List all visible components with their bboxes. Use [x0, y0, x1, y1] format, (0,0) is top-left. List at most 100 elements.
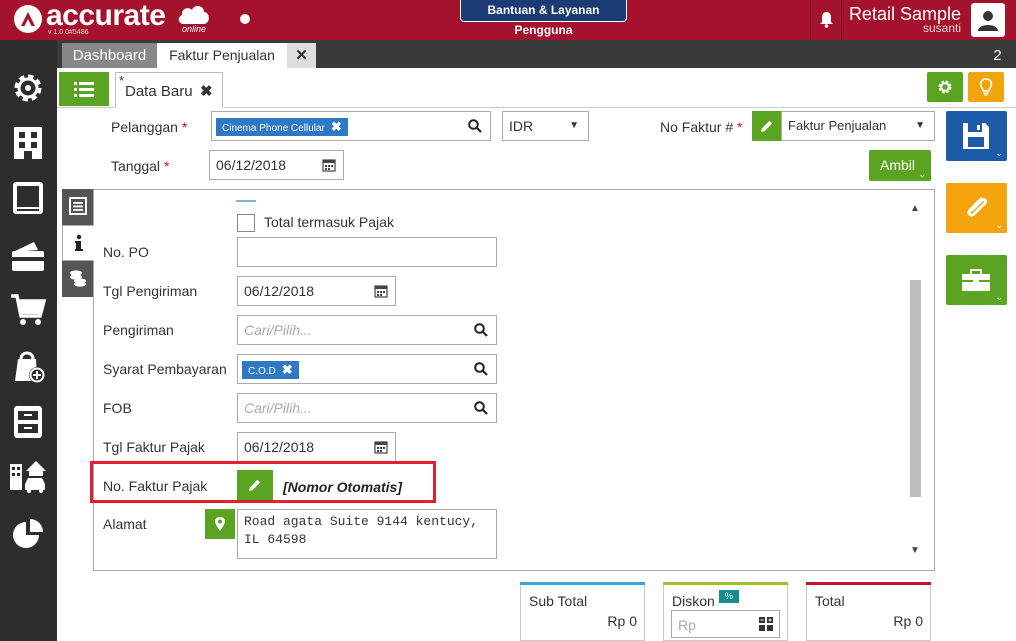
- calendar-icon[interactable]: [374, 284, 388, 298]
- status-dot: [240, 14, 250, 24]
- tab-costs[interactable]: [62, 261, 94, 297]
- tab-data-baru-label: Data Baru: [125, 83, 193, 100]
- list-view-button[interactable]: [59, 72, 109, 106]
- save-button[interactable]: ⌄: [946, 111, 1007, 161]
- pelanggan-chip: Cinema Phone Cellular ✖: [216, 118, 348, 136]
- building-icon[interactable]: [10, 125, 46, 161]
- list-icon: [74, 82, 94, 97]
- pie-chart-icon[interactable]: [10, 516, 46, 552]
- tgl-faktur-pajak-input[interactable]: 06/12/2018: [237, 432, 396, 462]
- open-tab-count[interactable]: 2: [985, 43, 1010, 68]
- chevron-down-icon: ⌄: [995, 148, 1003, 158]
- tab-faktur-penjualan[interactable]: Faktur Penjualan: [157, 43, 287, 68]
- close-icon[interactable]: ✖: [200, 82, 213, 100]
- calendar-icon[interactable]: [322, 158, 336, 172]
- map-pin-button[interactable]: [205, 509, 235, 539]
- chevron-down-icon: ▼: [569, 120, 579, 131]
- tab-items[interactable]: [62, 189, 94, 225]
- close-tab-button[interactable]: ✕: [287, 43, 316, 68]
- version-label: v 1.0.0#5486: [48, 29, 89, 36]
- brand-sub: online: [181, 24, 207, 34]
- gear-icon: [938, 80, 952, 94]
- chevron-down-icon: ⌄: [995, 292, 1003, 302]
- no-po-input[interactable]: [237, 237, 497, 267]
- no-faktur-select[interactable]: Faktur Penjualan ▼: [781, 111, 935, 141]
- tab-data-baru[interactable]: * Data Baru ✖: [115, 72, 223, 108]
- info-icon: [75, 234, 83, 251]
- left-navigation-rail: [0, 40, 57, 641]
- currency-select[interactable]: IDR ▼: [502, 111, 589, 141]
- ledger-icon[interactable]: [10, 180, 46, 216]
- scroll-down-arrow[interactable]: ▼: [910, 545, 920, 556]
- pengiriman-label: Pengiriman: [103, 322, 174, 338]
- tgl-pengiriman-label: Tgl Pengiriman: [103, 283, 198, 299]
- diskon-percent-toggle[interactable]: %: [719, 590, 739, 603]
- diskon-input[interactable]: Rp: [671, 610, 780, 638]
- calculator-icon[interactable]: [759, 617, 773, 631]
- fob-input[interactable]: Cari/Pilih...: [237, 393, 497, 423]
- lightbulb-icon: [979, 78, 993, 96]
- sub-total-label: Sub Total: [529, 593, 588, 609]
- tgl-faktur-pajak-label: Tgl Faktur Pajak: [103, 439, 205, 455]
- cloud-icon: [178, 6, 209, 24]
- alamat-textarea[interactable]: Road agata Suite 9144 kentucy, IL 64598: [237, 509, 497, 559]
- tab-dashboard[interactable]: Dashboard: [62, 43, 157, 68]
- total-value: Rp 0: [893, 613, 923, 629]
- company-selector[interactable]: Retail Sample susanti: [841, 0, 971, 40]
- accurate-logo-icon[interactable]: [14, 5, 42, 33]
- highlight-box: [90, 461, 436, 503]
- chevron-down-icon: ⌄: [995, 220, 1003, 230]
- diskon-placeholder: Rp: [678, 617, 696, 633]
- map-pin-icon: [215, 517, 225, 531]
- tanggal-label: Tanggal *: [111, 158, 170, 174]
- filing-cabinet-icon[interactable]: [10, 404, 46, 440]
- scrollbar-thumb[interactable]: [910, 280, 921, 497]
- pengiriman-placeholder: Cari/Pilih...: [244, 322, 312, 338]
- tools-button[interactable]: ⌄: [946, 255, 1007, 305]
- chevron-down-icon: ▼: [915, 120, 925, 131]
- settings-button[interactable]: [927, 72, 963, 102]
- attachment-button[interactable]: ⌄: [946, 183, 1007, 233]
- ambil-button[interactable]: Ambil ⌄: [869, 150, 931, 181]
- tgl-pengiriman-value: 06/12/2018: [244, 283, 315, 299]
- section-indicator: [236, 200, 256, 202]
- total-label: Total: [815, 593, 845, 609]
- tgl-pengiriman-input[interactable]: 06/12/2018: [237, 276, 396, 306]
- search-icon[interactable]: [474, 401, 488, 415]
- pencil-icon: [761, 120, 773, 132]
- total-termasuk-pajak-checkbox[interactable]: [237, 214, 255, 232]
- remove-chip-icon[interactable]: ✖: [282, 362, 293, 377]
- unsaved-marker: *: [119, 73, 125, 88]
- tips-button[interactable]: [968, 72, 1004, 102]
- shopping-bag-plus-icon[interactable]: [10, 348, 46, 384]
- edit-no-faktur-button[interactable]: [752, 111, 782, 141]
- notification-button[interactable]: [810, 0, 840, 40]
- alamat-label: Alamat: [103, 516, 147, 532]
- pelanggan-label: Pelanggan *: [111, 119, 188, 135]
- wallet-icon[interactable]: [10, 238, 46, 274]
- syarat-pembayaran-input[interactable]: C.O.D ✖: [237, 354, 497, 384]
- tanggal-input[interactable]: 06/12/2018: [209, 150, 344, 180]
- no-faktur-value: Faktur Penjualan: [788, 118, 887, 133]
- remove-chip-icon[interactable]: ✖: [331, 119, 342, 134]
- tab-info[interactable]: [62, 225, 94, 261]
- search-icon[interactable]: [474, 362, 488, 376]
- pelanggan-input[interactable]: Cinema Phone Cellular ✖: [211, 111, 491, 141]
- help-button[interactable]: Bantuan & Layanan Pengguna: [460, 0, 627, 37]
- city-car-icon[interactable]: [10, 458, 46, 494]
- syarat-chip: C.O.D ✖: [242, 361, 299, 379]
- sub-total-box: Sub Total Rp 0: [520, 582, 645, 641]
- syarat-pembayaran-label: Syarat Pembayaran: [103, 361, 227, 377]
- avatar[interactable]: [971, 3, 1005, 37]
- pengiriman-input[interactable]: Cari/Pilih...: [237, 315, 497, 345]
- calendar-icon[interactable]: [374, 440, 388, 454]
- cart-icon[interactable]: [10, 292, 46, 328]
- coins-icon: [70, 270, 86, 287]
- search-icon[interactable]: [468, 119, 482, 133]
- scroll-up-arrow[interactable]: ▲: [910, 203, 920, 214]
- search-icon[interactable]: [474, 323, 488, 337]
- briefcase-icon: [962, 269, 990, 291]
- gear-icon[interactable]: [10, 70, 46, 106]
- user-name: susanti: [922, 21, 961, 35]
- document-toolbar: * Data Baru ✖: [57, 68, 1016, 108]
